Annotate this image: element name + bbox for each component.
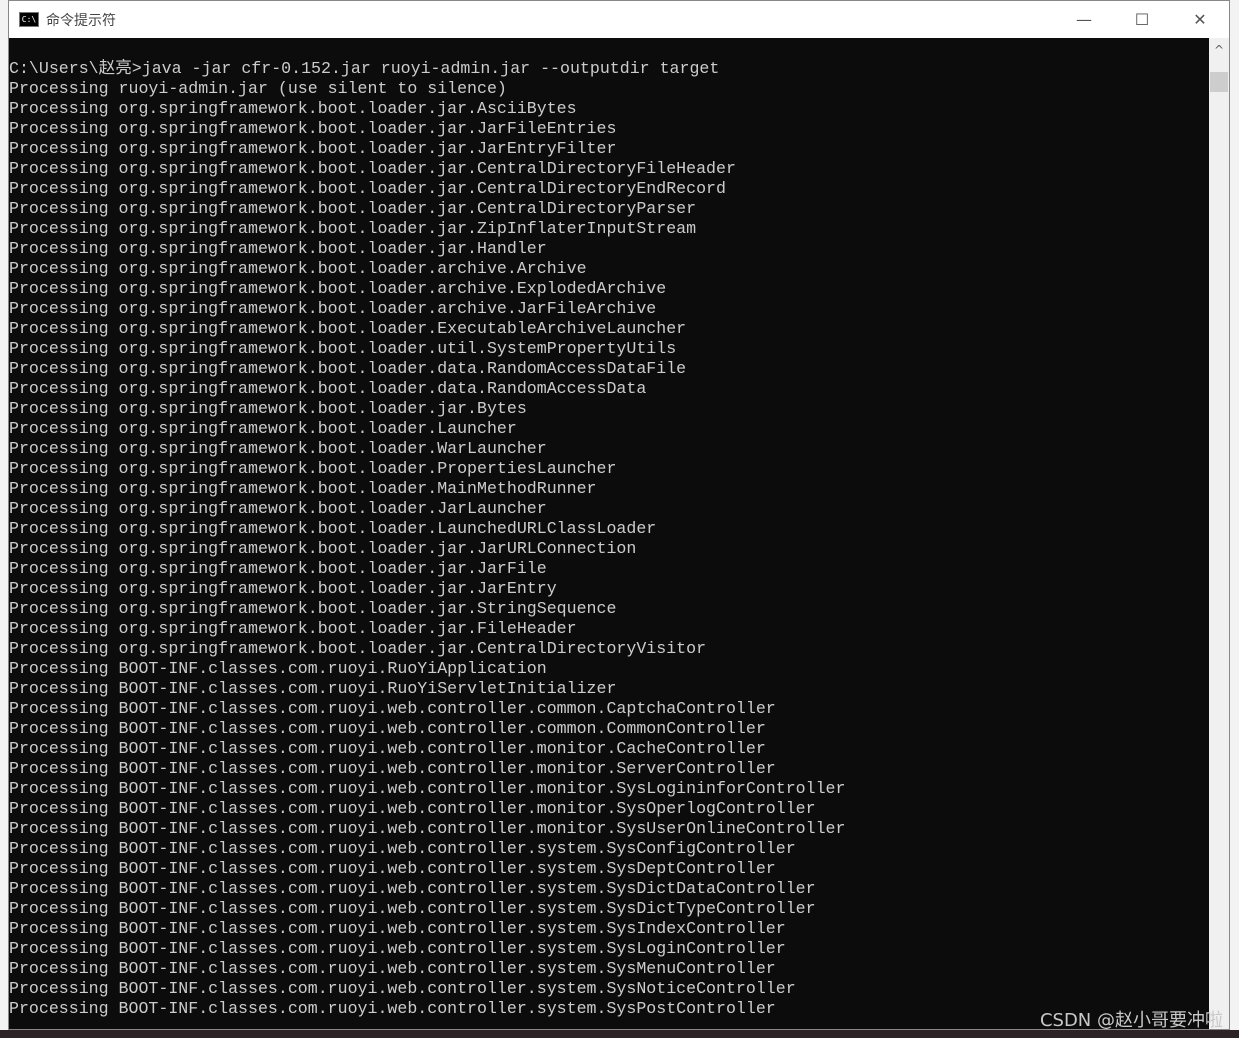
console-line: Processing org.springframework.boot.load… <box>9 319 687 338</box>
console-line: Processing org.springframework.boot.load… <box>9 159 736 178</box>
console-line: Processing org.springframework.boot.load… <box>9 339 677 358</box>
taskbar-edge <box>0 1030 1239 1038</box>
console-line: Processing org.springframework.boot.load… <box>9 419 517 438</box>
console-line: Processing org.springframework.boot.load… <box>9 519 657 538</box>
console-line: Processing BOOT-INF.classes.com.ruoyi.we… <box>9 799 816 818</box>
close-icon: ✕ <box>1193 10 1207 29</box>
console-line: Processing org.springframework.boot.load… <box>9 359 687 378</box>
vertical-scrollbar[interactable]: ^ <box>1209 38 1229 1029</box>
window-title: 命令提示符 <box>46 12 116 29</box>
chevron-up-icon: ^ <box>1213 43 1225 57</box>
watermark: CSDN @赵小哥要冲啦 <box>1039 1010 1223 1031</box>
console-line: Processing BOOT-INF.classes.com.ruoyi.we… <box>9 919 786 938</box>
minimize-icon: — <box>1076 10 1092 29</box>
console-line: Processing BOOT-INF.classes.com.ruoyi.we… <box>9 939 786 958</box>
console-line: Processing BOOT-INF.classes.com.ruoyi.we… <box>9 979 796 998</box>
console-line: Processing org.springframework.boot.load… <box>9 379 647 398</box>
console-line: Processing org.springframework.boot.load… <box>9 119 617 138</box>
console-output[interactable]: C:\Users\赵亮>java -jar cfr-0.152.jar ruoy… <box>9 38 1209 1029</box>
command-prompt-window: C:\ 命令提示符 — ☐ ✕ C:\Users\赵亮>java -jar cf… <box>8 0 1230 1030</box>
console-line: Processing BOOT-INF.classes.com.ruoyi.we… <box>9 899 816 918</box>
console-line: Processing org.springframework.boot.load… <box>9 559 547 578</box>
console-line: C:\Users\赵亮>java -jar cfr-0.152.jar ruoy… <box>9 59 720 78</box>
console-line: Processing BOOT-INF.classes.com.ruoyi.we… <box>9 719 766 738</box>
console-line: Processing org.springframework.boot.load… <box>9 579 557 598</box>
console-line: Processing org.springframework.boot.load… <box>9 179 726 198</box>
console-line: Processing org.springframework.boot.load… <box>9 199 697 218</box>
cmd-icon: C:\ <box>19 12 39 27</box>
console-line: Processing BOOT-INF.classes.com.ruoyi.we… <box>9 779 846 798</box>
console-line: Processing org.springframework.boot.load… <box>9 599 617 618</box>
console-line: Processing BOOT-INF.classes.com.ruoyi.we… <box>9 859 776 878</box>
console-line: Processing org.springframework.boot.load… <box>9 499 547 518</box>
console-line: Processing BOOT-INF.classes.com.ruoyi.we… <box>9 879 816 898</box>
console-line: Processing BOOT-INF.classes.com.ruoyi.we… <box>9 959 776 978</box>
title-bar[interactable]: C:\ 命令提示符 — ☐ ✕ <box>9 1 1229 38</box>
console-line: Processing org.springframework.boot.load… <box>9 219 697 238</box>
console-line: Processing BOOT-INF.classes.com.ruoyi.we… <box>9 699 776 718</box>
console-line: Processing org.springframework.boot.load… <box>9 399 527 418</box>
console-line: Processing org.springframework.boot.load… <box>9 639 707 658</box>
maximize-icon: ☐ <box>1134 10 1150 29</box>
console-line: Processing org.springframework.boot.load… <box>9 139 617 158</box>
console-line: Processing org.springframework.boot.load… <box>9 619 577 638</box>
close-button[interactable]: ✕ <box>1171 1 1229 38</box>
console-line: Processing org.springframework.boot.load… <box>9 279 667 298</box>
console-line: Processing BOOT-INF.classes.com.ruoyi.Ru… <box>9 679 617 698</box>
console-line: Processing BOOT-INF.classes.com.ruoyi.Ru… <box>9 659 547 678</box>
console-line: Processing org.springframework.boot.load… <box>9 99 577 118</box>
console-line: Processing org.springframework.boot.load… <box>9 259 587 278</box>
minimize-button[interactable]: — <box>1055 1 1113 38</box>
scroll-up-button[interactable]: ^ <box>1209 38 1229 62</box>
console-line: Processing org.springframework.boot.load… <box>9 299 657 318</box>
scrollbar-thumb[interactable] <box>1210 72 1228 92</box>
console-line: Processing org.springframework.boot.load… <box>9 439 547 458</box>
console-line: Processing ruoyi-admin.jar (use silent t… <box>9 79 507 98</box>
console-line: Processing org.springframework.boot.load… <box>9 539 637 558</box>
console-line: Processing BOOT-INF.classes.com.ruoyi.we… <box>9 999 776 1018</box>
console-line: Processing org.springframework.boot.load… <box>9 239 547 258</box>
console-line: Processing org.springframework.boot.load… <box>9 459 617 478</box>
console-line: Processing BOOT-INF.classes.com.ruoyi.we… <box>9 739 766 758</box>
console-line: Processing BOOT-INF.classes.com.ruoyi.we… <box>9 839 796 858</box>
maximize-button[interactable]: ☐ <box>1113 1 1171 38</box>
console-line: Processing BOOT-INF.classes.com.ruoyi.we… <box>9 759 776 778</box>
console-line: Processing BOOT-INF.classes.com.ruoyi.we… <box>9 819 846 838</box>
console-line: Processing org.springframework.boot.load… <box>9 479 597 498</box>
